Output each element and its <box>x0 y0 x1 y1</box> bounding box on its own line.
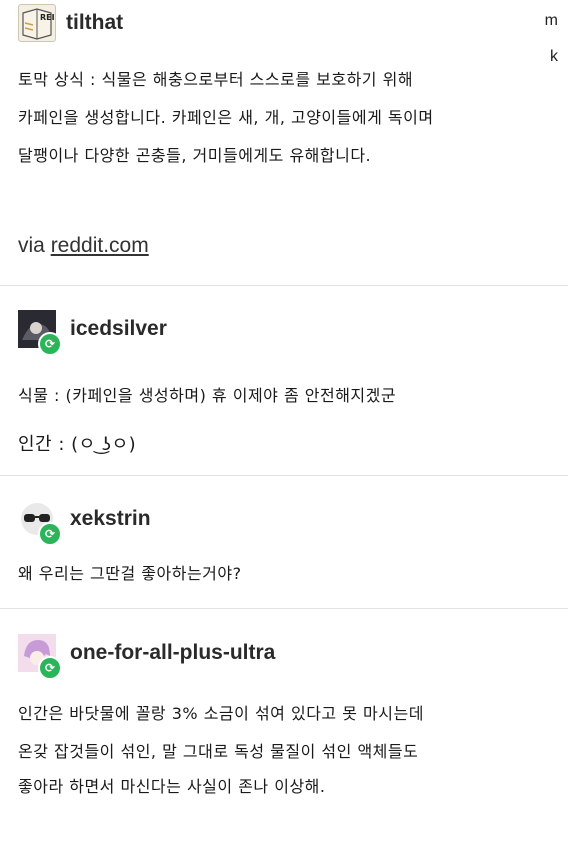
username[interactable]: icedsilver <box>70 317 167 341</box>
post-text-line: 인간은 바닷물에 꼴랑 3% 소금이 섞여 있다고 못 마시는데 <box>18 704 424 723</box>
avatar[interactable]: ⟳ <box>18 310 62 356</box>
divider <box>0 608 568 609</box>
post-header: ⟳ icedsilver <box>18 310 167 356</box>
username[interactable]: xekstrin <box>70 507 151 531</box>
post-text-line: 인간 : (ㅇ ͜ʖㅇ) <box>18 434 137 455</box>
username[interactable]: tilthat <box>66 11 123 35</box>
post-text-line: 온갖 잡것들이 섞인, 말 그대로 독성 물질이 섞인 액체들도 <box>18 742 419 761</box>
avatar[interactable]: ⟳ <box>18 634 62 680</box>
reblog-icon: ⟳ <box>38 522 62 546</box>
post-text-line: 좋아라 하면서 마신다는 사실이 존나 이상해. <box>18 777 326 796</box>
post-header: ⟳ one-for-all-plus-ultra <box>18 634 275 680</box>
username[interactable]: one-for-all-plus-ultra <box>70 641 275 665</box>
post-text-line: 토막 상식 : 식물은 해충으로부터 스스로를 보호하기 위해 <box>18 70 414 89</box>
post-text-line: 달팽이나 다양한 곤충들, 거미들에게도 유해합니다. <box>18 146 372 165</box>
post-text-line: 카페인을 생성합니다. 카페인은 새, 개, 고양이들에게 독이며 <box>18 108 434 127</box>
avatar[interactable]: ⟳ <box>18 500 62 546</box>
side-letter-k: k <box>550 48 558 65</box>
divider <box>0 475 568 476</box>
reblog-icon: ⟳ <box>38 656 62 680</box>
source-attribution: via reddit.com <box>18 234 149 257</box>
book-logo-icon: REI <box>22 8 55 40</box>
source-link[interactable]: reddit.com <box>51 234 149 257</box>
side-letter-m: m <box>544 12 558 29</box>
avatar[interactable]: REI <box>18 4 56 42</box>
divider <box>0 285 568 286</box>
post-text-line: 식물 : (카페인을 생성하며) 휴 이제야 좀 안전해지겠군 <box>18 386 397 405</box>
svg-text:REI: REI <box>40 13 55 22</box>
reblog-icon: ⟳ <box>38 332 62 356</box>
post-header: REI tilthat <box>18 4 123 42</box>
post-header: ⟳ xekstrin <box>18 500 151 546</box>
post-text-line: 왜 우리는 그딴걸 좋아하는거야? <box>18 564 242 583</box>
